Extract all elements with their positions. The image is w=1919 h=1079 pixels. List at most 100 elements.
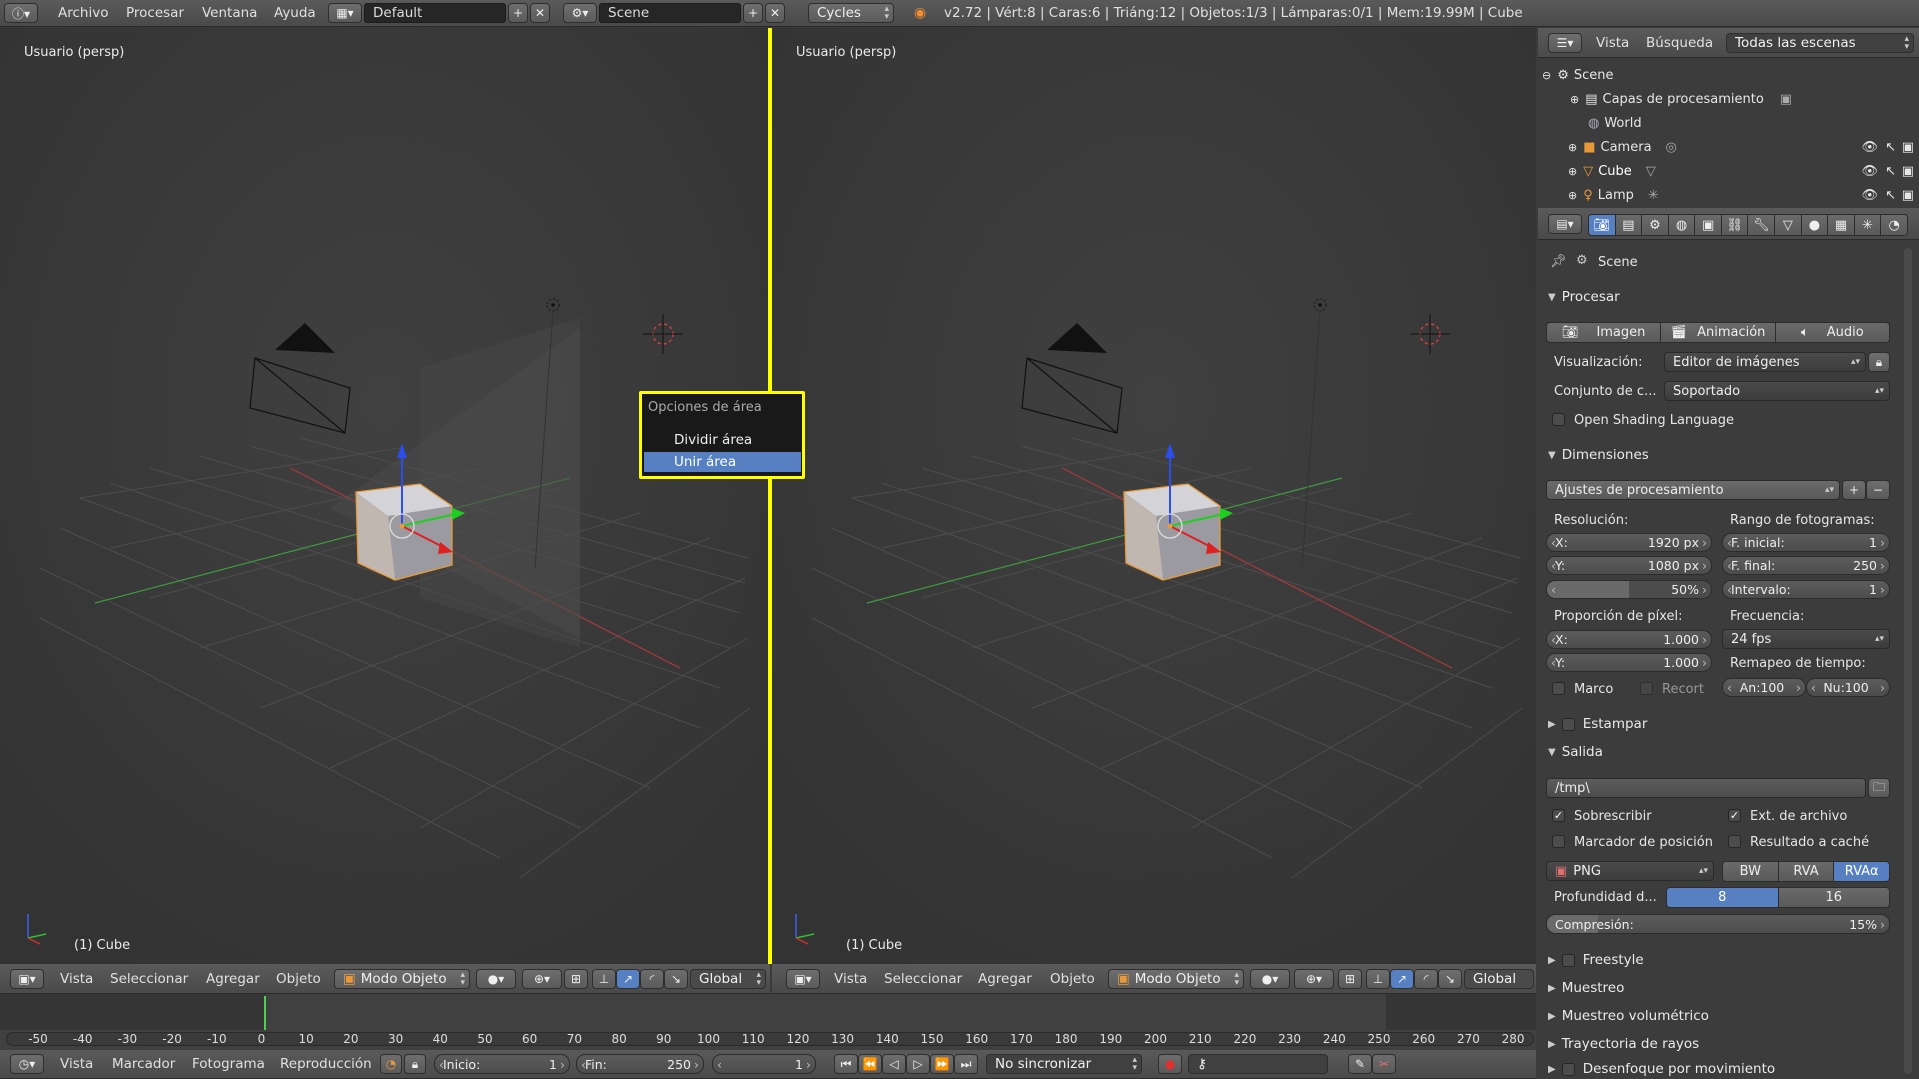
render-presets-select[interactable]: Ajustes de procesamiento ▴▾ <box>1546 480 1840 500</box>
current-frame-field[interactable]: 1 <box>712 1054 816 1074</box>
sync-select[interactable]: No sincronizar ▴ ▾ <box>986 1054 1142 1074</box>
timeline-current-frame-line[interactable] <box>264 996 266 1030</box>
editor-type-info-button[interactable]: ⓘ▾ <box>4 3 38 23</box>
menu-agregar-right[interactable]: Agregar <box>978 964 1032 993</box>
render-camera-icon[interactable]: ▣ <box>1902 164 1914 179</box>
visibility-eye-icon[interactable]: 👁︎ <box>1861 164 1878 179</box>
res-x-field[interactable]: X: 1920 px <box>1546 533 1712 552</box>
close-scene-button[interactable]: ✕ <box>765 3 785 23</box>
render-audio-button[interactable]: 🔈︎ Audio <box>1775 323 1889 342</box>
texture-tab-icon[interactable]: ▦ <box>1828 215 1855 235</box>
osl-checkbox[interactable] <box>1552 413 1565 426</box>
motion-blur-checkbox[interactable] <box>1561 1062 1575 1076</box>
crop-checkbox[interactable] <box>1640 682 1653 695</box>
modifiers-tab-icon[interactable]: 🔧︎ <box>1748 215 1776 235</box>
compression-slider[interactable]: Compresión: 15% <box>1546 914 1890 934</box>
color-bw-button[interactable]: BW <box>1723 862 1779 881</box>
editor-type-properties-icon[interactable]: ▤▾ <box>1548 214 1582 234</box>
file-extension-checkbox[interactable]: ✓ <box>1728 809 1741 822</box>
scale-icon[interactable]: ◜ <box>640 969 664 989</box>
panel-muestreo-header[interactable]: ▶ Muestreo <box>1538 976 1828 1000</box>
menu-reproduccion[interactable]: Reproducción <box>280 1050 372 1078</box>
prev-keyframe-icon[interactable]: ⏪ <box>858 1054 882 1074</box>
select-cursor-icon[interactable]: ↖ <box>1885 188 1896 203</box>
outliner-row-world[interactable]: ◍ World <box>1588 114 1896 133</box>
material-tab-icon[interactable]: ● <box>1801 215 1829 235</box>
frame-end-field[interactable]: F. final: 250 <box>1722 556 1890 575</box>
scale2-icon[interactable]: ↘ <box>664 969 688 989</box>
keying-set-field[interactable]: ⚷ <box>1188 1054 1328 1074</box>
scene-field[interactable]: Scene <box>599 3 741 23</box>
overwrite-checkbox[interactable]: ✓ <box>1552 809 1565 822</box>
scale2-icon-right[interactable]: ↘ <box>1438 969 1462 989</box>
play-reverse-icon[interactable]: ◁ <box>882 1054 906 1074</box>
visualizacion-select[interactable]: Editor de imágenes ▴▾ <box>1664 352 1866 372</box>
world-tab-icon[interactable]: ◍ <box>1668 215 1696 235</box>
scene-tab-icon[interactable]: ⚙ <box>1642 215 1669 235</box>
viewport-left[interactable]: Usuario (persp) (1) Cube <box>0 28 768 964</box>
rotate-icon[interactable]: ↗ <box>616 969 640 989</box>
rotate-icon-right[interactable]: ↗ <box>1390 969 1414 989</box>
menu-seleccionar[interactable]: Seleccionar <box>110 964 188 993</box>
panel-estampar-header[interactable]: ▶ Estampar <box>1538 712 1828 736</box>
timeline-scrollbar[interactable] <box>6 1032 1534 1046</box>
conjunto-select[interactable]: Soportado ▴▾ <box>1664 381 1890 401</box>
render-image-button[interactable]: 📷︎ Imagen <box>1547 323 1662 342</box>
select-cursor-icon[interactable]: ↖ <box>1885 140 1896 155</box>
record-icon[interactable]: ● <box>1158 1054 1182 1074</box>
outliner-row-camera[interactable]: ⊕ ■ Camera ◎ 👁︎ ↖ ▣ <box>1568 138 1918 157</box>
panel-freestyle-header[interactable]: ▶ Freestyle <box>1538 948 1828 972</box>
frame-start-field[interactable]: F. inicial: 1 <box>1722 533 1890 552</box>
border-checkbox[interactable] <box>1552 682 1565 695</box>
remap-new-field[interactable]: Nu:100 <box>1806 678 1890 697</box>
panel-salida-header[interactable]: ▼ Salida <box>1538 740 1828 764</box>
menu-ayuda[interactable]: Ayuda <box>274 0 316 26</box>
panel-muestreo-volumetrico-header[interactable]: ▶ Muestreo volumétrico <box>1538 1004 1828 1028</box>
scale-icon-right[interactable]: ◜ <box>1414 969 1438 989</box>
outliner-row-lamp[interactable]: ⊕ ♀ Lamp ✳ 👁︎ ↖ ▣ <box>1568 186 1918 205</box>
menu-objeto[interactable]: Objeto <box>276 964 321 993</box>
close-layout-button[interactable]: ✕ <box>530 3 550 23</box>
add-layout-button[interactable]: + <box>508 3 528 23</box>
menu-item-dividir-area[interactable]: Dividir área <box>674 432 752 448</box>
menu-agregar[interactable]: Agregar <box>206 964 260 993</box>
menu-busqueda[interactable]: Búsqueda <box>1646 28 1713 57</box>
end-frame-field[interactable]: Fin: 250 <box>576 1054 704 1074</box>
outliner-row-layers[interactable]: ⊕ ▤ Capas de procesamiento ▣ <box>1570 90 1878 109</box>
panel-trayectoria-header[interactable]: ▶ Trayectoria de rayos <box>1538 1032 1828 1056</box>
layout-field[interactable]: Default <box>364 3 506 23</box>
render-animation-button[interactable]: 🎬︎ Animación <box>1661 323 1776 342</box>
constraints-tab-icon[interactable]: ⛓ <box>1721 215 1749 235</box>
menu-procesar[interactable]: Procesar <box>126 0 184 26</box>
delete-key-icon[interactable]: ✂ <box>1372 1054 1396 1074</box>
pin-icon[interactable]: 📌︎ <box>1550 254 1567 269</box>
menu-timeline-vista[interactable]: Vista <box>60 1050 93 1078</box>
menu-seleccionar-right[interactable]: Seleccionar <box>884 964 962 993</box>
outliner-filter-select[interactable]: Todas las escenas ▴ ▾ <box>1726 33 1914 53</box>
menu-ventana[interactable]: Ventana <box>202 0 257 26</box>
lock-interface-icon[interactable]: 🔒︎ <box>1868 352 1890 372</box>
properties-scrollbar[interactable] <box>1904 248 1912 1074</box>
render-engine-select[interactable]: Cycles ▴ ▾ <box>808 3 894 23</box>
outliner-row-cube[interactable]: ⊕ ▽ Cube ▽ 👁︎ ↖ ▣ <box>1568 162 1918 181</box>
render-camera-icon[interactable]: ▣ <box>1902 140 1914 155</box>
data-tab-icon[interactable]: ▽ <box>1775 215 1802 235</box>
jump-end-icon[interactable]: ⏭ <box>954 1054 978 1074</box>
editor-type-3dview-icon-right[interactable]: ▣▾ <box>786 969 820 989</box>
estampar-checkbox[interactable] <box>1561 717 1575 731</box>
render-camera-icon[interactable]: ▣ <box>1902 188 1914 203</box>
translate-icon-right[interactable]: ⊥ <box>1366 969 1390 989</box>
editor-type-3dview-icon[interactable]: ▣▾ <box>10 969 44 989</box>
placeholder-checkbox[interactable] <box>1552 835 1565 848</box>
output-path-field[interactable]: /tmp\ <box>1546 778 1866 798</box>
orientation-select[interactable]: Global ▴ ▾ <box>690 969 766 989</box>
frame-step-field[interactable]: Intervalo: 1 <box>1722 580 1890 599</box>
orientation-select-right[interactable]: Global <box>1464 969 1534 989</box>
scene-icon[interactable]: ⚙▾ <box>563 3 597 23</box>
visibility-eye-icon[interactable]: 👁︎ <box>1861 140 1878 155</box>
menu-fotograma[interactable]: Fotograma <box>192 1050 265 1078</box>
panel-procesar-header[interactable]: ▼ Procesar <box>1538 285 1828 309</box>
pivot-icon-right[interactable]: ⊕▾ <box>1294 969 1334 989</box>
fps-select[interactable]: 24 fps ▴▾ <box>1722 629 1890 649</box>
color-rgba-button[interactable]: RVAα <box>1834 862 1889 881</box>
